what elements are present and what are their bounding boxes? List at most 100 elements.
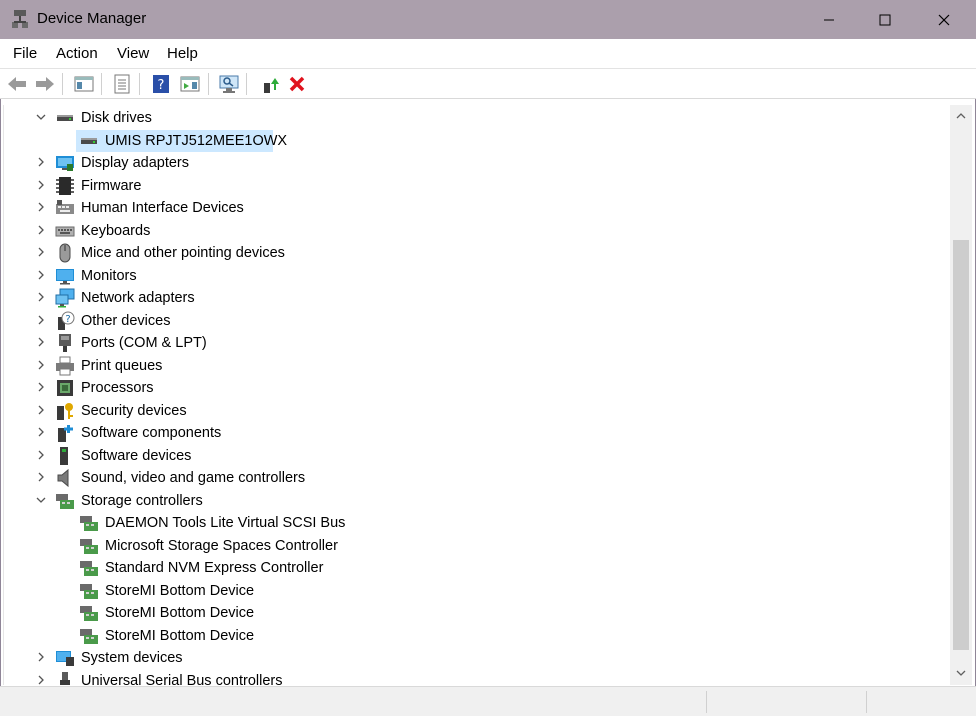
tree-node-storage-child[interactable]: StoreMI Bottom Device: [4, 602, 950, 624]
action-pane-button[interactable]: [178, 72, 202, 96]
tree-node-mice[interactable]: Mice and other pointing devices: [4, 242, 950, 264]
help-button[interactable]: ?: [149, 72, 173, 96]
scan-hardware-button[interactable]: [217, 72, 241, 96]
chevron-right-icon[interactable]: [35, 449, 47, 461]
menu-view[interactable]: View: [117, 45, 149, 62]
tree-node-processors[interactable]: Processors: [4, 377, 950, 399]
tree-node-system-devices[interactable]: System devices: [4, 647, 950, 669]
maximize-button[interactable]: [862, 0, 908, 39]
tree-node-print-queues[interactable]: Print queues: [4, 355, 950, 377]
tree-node-storage-child[interactable]: StoreMI Bottom Device: [4, 580, 950, 602]
menu-help[interactable]: Help: [167, 45, 198, 62]
tree-node-monitors[interactable]: Monitors: [4, 265, 950, 287]
device-tree[interactable]: Disk drives UMIS RPJTJ512MEE1OWX Display…: [3, 105, 950, 685]
tree-label: Software components: [81, 425, 222, 441]
tree-node-umis-disk[interactable]: UMIS RPJTJ512MEE1OWX: [4, 130, 950, 152]
vertical-scrollbar[interactable]: [950, 105, 972, 685]
processor-icon: [57, 380, 73, 396]
chevron-right-icon[interactable]: [35, 471, 47, 483]
disk-drive-icon: [81, 138, 97, 144]
window-title: Device Manager: [37, 10, 147, 27]
tree-node-storage-child[interactable]: Standard NVM Express Controller: [4, 557, 950, 579]
tree-label: Firmware: [81, 178, 142, 194]
tree-label: Standard NVM Express Controller: [105, 560, 324, 576]
tree-node-network-adapters[interactable]: Network adapters: [4, 287, 950, 309]
update-driver-button[interactable]: [257, 72, 281, 96]
chevron-right-icon[interactable]: [35, 674, 47, 685]
tree-node-sound-video-game[interactable]: Sound, video and game controllers: [4, 467, 950, 489]
tree-label: Software devices: [81, 448, 192, 464]
back-button[interactable]: [5, 72, 29, 96]
chevron-right-icon[interactable]: [35, 381, 47, 393]
tree-label: Display adapters: [81, 155, 189, 171]
tree-label: Network adapters: [81, 290, 195, 306]
uninstall-device-button[interactable]: [285, 72, 309, 96]
chevron-right-icon[interactable]: [35, 426, 47, 438]
tree-label: Print queues: [81, 358, 163, 374]
tree-node-software-components[interactable]: Software components: [4, 422, 950, 444]
scroll-up-icon[interactable]: [955, 110, 967, 122]
tree-node-storage-child[interactable]: Microsoft Storage Spaces Controller: [4, 535, 950, 557]
chevron-right-icon[interactable]: [35, 651, 47, 663]
scrollbar-thumb[interactable]: [953, 240, 969, 650]
tree-node-usb-controllers[interactable]: Universal Serial Bus controllers: [4, 670, 950, 685]
port-icon: [59, 334, 71, 352]
tree-label: Storage controllers: [81, 493, 203, 509]
scroll-down-icon[interactable]: [955, 667, 967, 679]
tree-node-other-devices[interactable]: ? Other devices: [4, 310, 950, 332]
chevron-right-icon[interactable]: [35, 291, 47, 303]
title-bar[interactable]: Device Manager: [0, 0, 976, 39]
tree-label: Ports (COM & LPT): [81, 335, 207, 351]
chevron-right-icon[interactable]: [35, 404, 47, 416]
properties-icon: [114, 74, 130, 94]
tree-node-display-adapters[interactable]: Display adapters: [4, 152, 950, 174]
chevron-down-icon[interactable]: [35, 494, 47, 506]
close-button[interactable]: [921, 0, 967, 39]
tree-node-hid[interactable]: Human Interface Devices: [4, 197, 950, 219]
chevron-right-icon[interactable]: [35, 156, 47, 168]
speaker-icon: [57, 468, 69, 488]
tree-node-storage-child[interactable]: StoreMI Bottom Device: [4, 625, 950, 647]
tree-label: Other devices: [81, 313, 171, 329]
toolbar-separator: [208, 73, 209, 95]
properties-button[interactable]: [110, 72, 134, 96]
chevron-right-icon[interactable]: [35, 179, 47, 191]
toolbar-separator: [62, 73, 63, 95]
chevron-right-icon[interactable]: [35, 336, 47, 348]
menu-file[interactable]: File: [13, 45, 37, 62]
chevron-right-icon[interactable]: [35, 314, 47, 326]
chevron-right-icon[interactable]: [35, 201, 47, 213]
tree-label: Microsoft Storage Spaces Controller: [105, 538, 338, 554]
chevron-right-icon[interactable]: [35, 224, 47, 236]
menu-bar: File Action View Help: [0, 39, 976, 69]
tree-node-security-devices[interactable]: Security devices: [4, 400, 950, 422]
tree-label: DAEMON Tools Lite Virtual SCSI Bus: [105, 515, 346, 531]
forward-button[interactable]: [33, 72, 57, 96]
system-device-icon: [56, 651, 74, 666]
tree-node-disk-drives[interactable]: Disk drives: [4, 107, 950, 129]
tree-label: Sound, video and game controllers: [81, 470, 306, 486]
minimize-button[interactable]: [806, 0, 852, 39]
tree-node-keyboards[interactable]: Keyboards: [4, 220, 950, 242]
toolbar-separator: [101, 73, 102, 95]
tree-node-firmware[interactable]: Firmware: [4, 175, 950, 197]
tree-node-software-devices[interactable]: Software devices: [4, 445, 950, 467]
svg-text:?: ?: [65, 314, 70, 325]
chevron-down-icon[interactable]: [35, 111, 47, 123]
software-device-icon: [60, 447, 68, 465]
show-hide-console-tree-button[interactable]: [72, 72, 96, 96]
tree-node-storage-controllers[interactable]: Storage controllers: [4, 490, 950, 512]
storage-controller-icon: [80, 539, 98, 554]
toolbar: ?: [0, 69, 976, 99]
tree-label: StoreMI Bottom Device: [105, 628, 255, 644]
back-icon: [8, 77, 26, 91]
network-adapter-icon: [55, 288, 75, 308]
menu-action[interactable]: Action: [56, 45, 98, 62]
chevron-right-icon[interactable]: [35, 359, 47, 371]
chevron-right-icon[interactable]: [35, 246, 47, 258]
close-icon: [938, 14, 950, 25]
help-icon: ?: [153, 75, 169, 93]
tree-node-ports[interactable]: Ports (COM & LPT): [4, 332, 950, 354]
tree-node-storage-child[interactable]: DAEMON Tools Lite Virtual SCSI Bus: [4, 512, 950, 534]
chevron-right-icon[interactable]: [35, 269, 47, 281]
